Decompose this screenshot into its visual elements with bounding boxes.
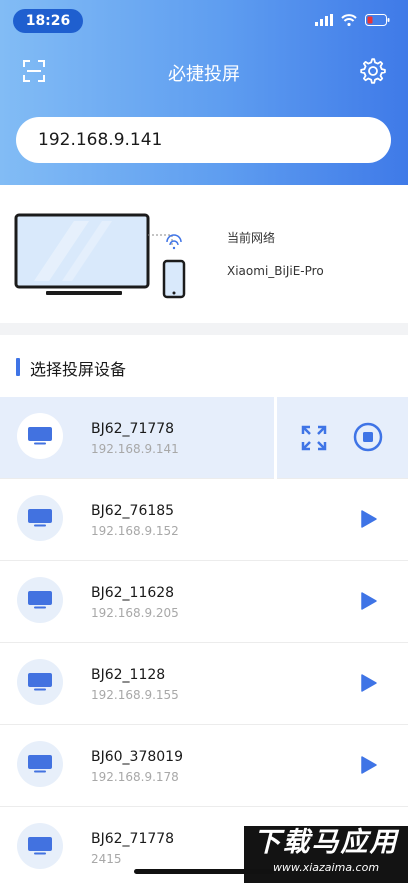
tv-icon xyxy=(28,427,52,445)
device-avatar xyxy=(17,823,63,869)
device-ip: 192.168.9.178 xyxy=(91,770,179,784)
tv-icon xyxy=(28,755,52,773)
watermark-logo: 下载马应用 www.xiazaima.com xyxy=(244,826,408,883)
device-avatar xyxy=(17,741,63,787)
section-accent-bar xyxy=(16,358,20,376)
device-row[interactable]: BJ62_71778 192.168.9.141 xyxy=(0,397,408,479)
signal-icon xyxy=(315,14,333,26)
section-header: 选择投屏设备 xyxy=(0,345,408,389)
fullscreen-icon[interactable] xyxy=(301,425,327,451)
home-indicator xyxy=(134,869,274,874)
device-name: BJ60_378019 xyxy=(91,749,183,765)
tv-icon xyxy=(28,673,52,691)
device-avatar xyxy=(17,495,63,541)
device-row[interactable]: BJ62_76185 192.168.9.152 xyxy=(0,479,408,561)
status-bar: 18:26 xyxy=(0,0,408,44)
wifi-icon xyxy=(341,14,357,26)
play-icon[interactable] xyxy=(358,755,378,775)
tv-icon xyxy=(28,837,52,855)
device-row[interactable]: BJ60_378019 192.168.9.178 xyxy=(0,725,408,807)
network-card: 当前网络 Xiaomi_BiJiE-Pro xyxy=(0,185,408,323)
device-list: BJ62_71778 192.168.9.141 BJ62_76185 192.… xyxy=(0,397,408,883)
device-ip: 2415 xyxy=(91,852,122,866)
device-ip: 192.168.9.205 xyxy=(91,606,179,620)
action-divider xyxy=(274,397,277,479)
page-title: 必捷投屏 xyxy=(168,64,240,85)
tv-icon xyxy=(28,509,52,527)
network-name: Xiaomi_BiJiE-Pro xyxy=(227,264,324,278)
device-ip: 192.168.9.152 xyxy=(91,524,179,538)
stop-icon[interactable] xyxy=(353,422,383,452)
network-label: 当前网络 xyxy=(227,231,276,245)
nav-bar: 必捷投屏 xyxy=(0,50,408,94)
status-icons xyxy=(315,14,390,26)
battery-icon xyxy=(365,14,390,26)
tv-phone-illustration xyxy=(14,213,186,299)
device-avatar xyxy=(17,577,63,623)
device-avatar xyxy=(17,659,63,705)
status-time: 18:26 xyxy=(13,9,83,33)
play-icon[interactable] xyxy=(358,591,378,611)
device-name: BJ62_76185 xyxy=(91,503,175,519)
watermark-main: 下载马应用 xyxy=(253,827,399,858)
gear-icon[interactable] xyxy=(360,58,386,84)
ip-input[interactable]: 192.168.9.141 xyxy=(16,117,391,163)
device-row[interactable]: BJ62_1128 192.168.9.155 xyxy=(0,643,408,725)
play-icon[interactable] xyxy=(358,673,378,693)
tv-icon xyxy=(28,591,52,609)
device-name: BJ62_11628 xyxy=(91,585,175,601)
section-title: 选择投屏设备 xyxy=(30,360,127,379)
divider xyxy=(0,323,408,335)
play-icon[interactable] xyxy=(358,509,378,529)
device-ip: 192.168.9.141 xyxy=(91,442,179,456)
device-name: BJ62_71778 xyxy=(91,831,175,847)
header: 18:26 必捷投屏 192.168.9.141 xyxy=(0,0,408,185)
device-avatar xyxy=(17,413,63,459)
device-row[interactable]: BJ62_11628 192.168.9.205 xyxy=(0,561,408,643)
device-name: BJ62_1128 xyxy=(91,667,166,683)
device-name: BJ62_71778 xyxy=(91,421,175,437)
device-ip: 192.168.9.155 xyxy=(91,688,179,702)
